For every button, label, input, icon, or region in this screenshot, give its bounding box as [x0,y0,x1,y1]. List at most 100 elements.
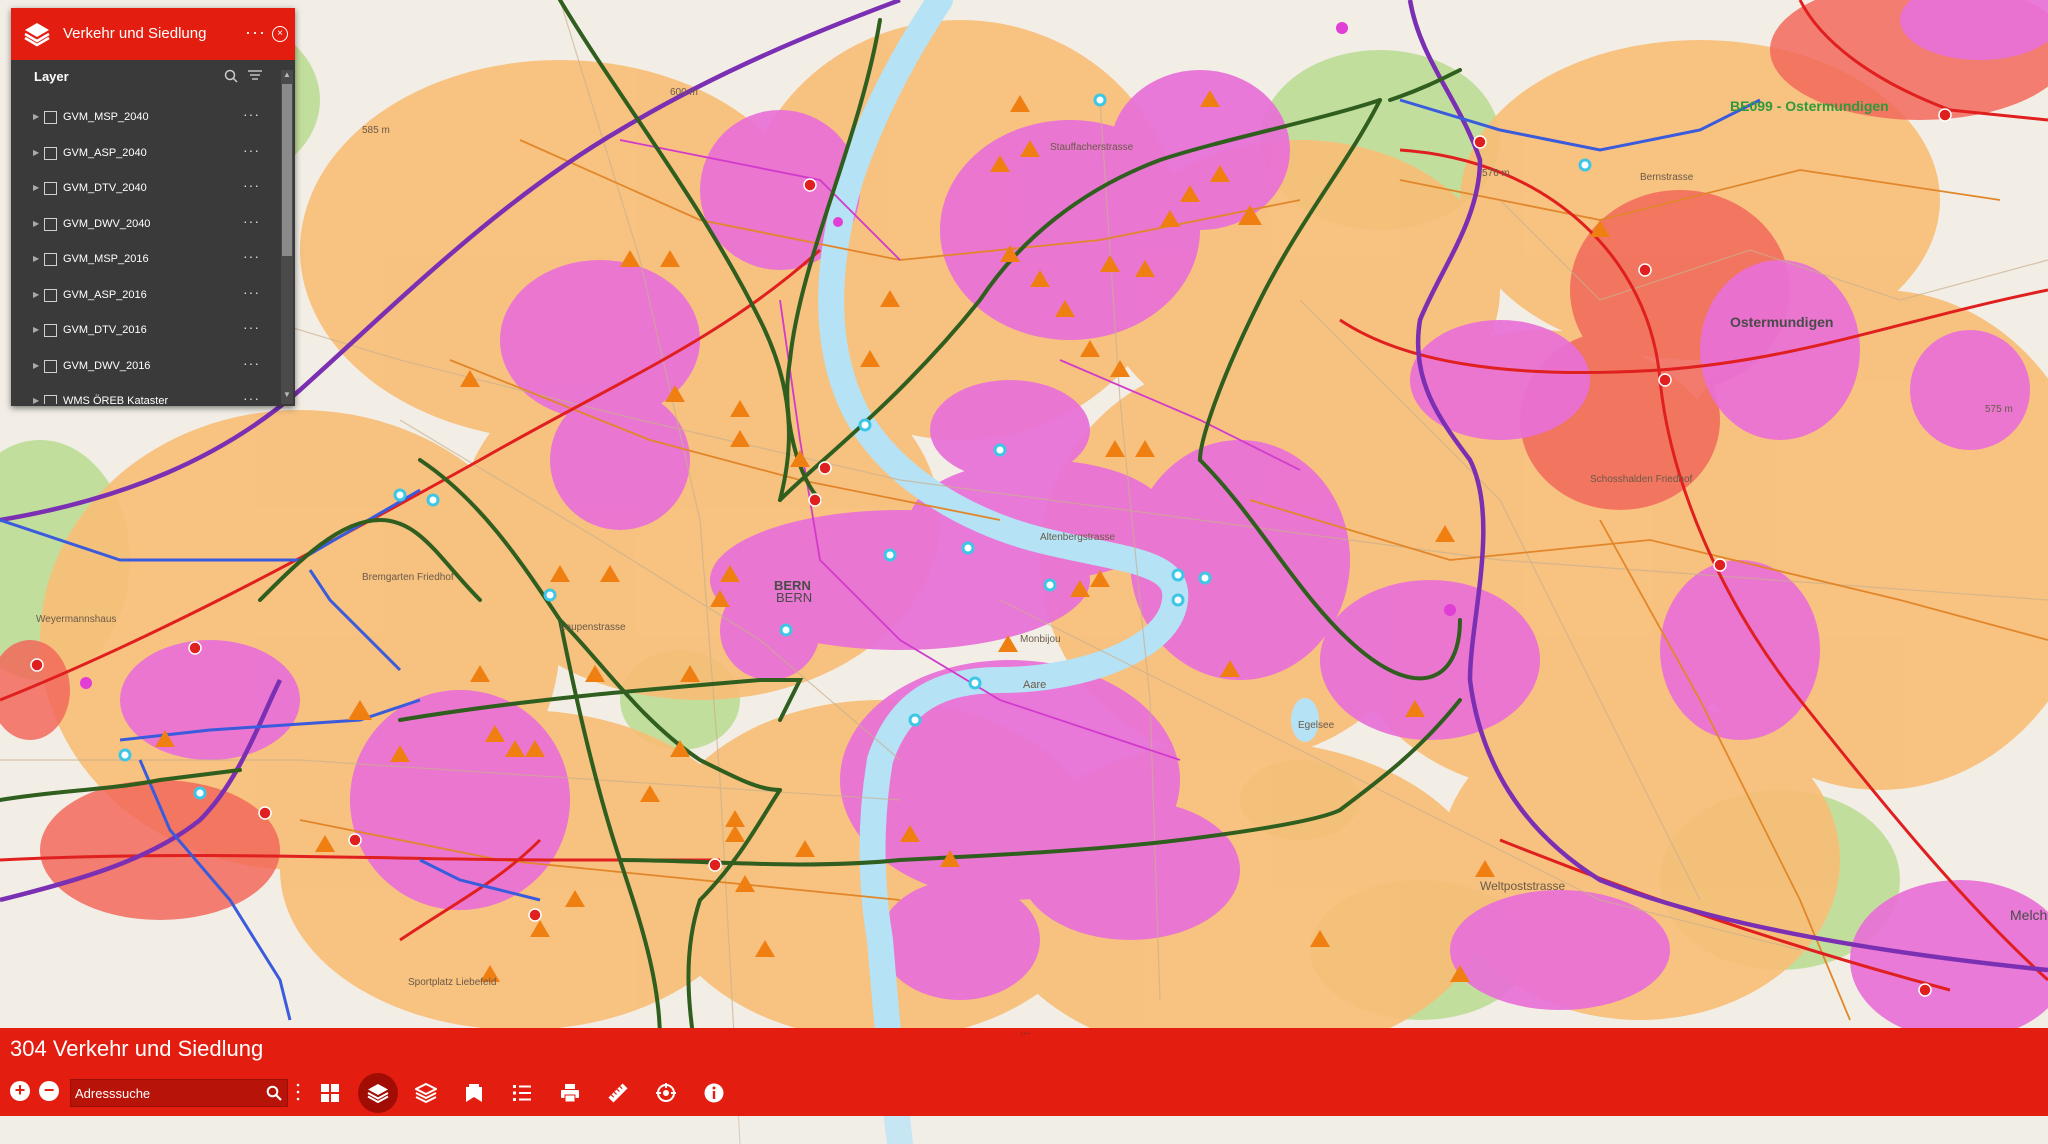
layer-item[interactable]: ▶ GVM_DWV_2016 ··· [11,349,273,385]
overview-button[interactable] [314,1077,346,1109]
expand-caret-icon[interactable]: ▶ [33,219,39,228]
scroll-down-icon[interactable]: ▼ [283,390,291,399]
layer-options-icon[interactable]: ··· [243,142,260,158]
layer-checkbox[interactable] [44,395,57,404]
print-icon [561,1084,579,1103]
label-melch: Melch [2010,907,2047,923]
label-bremgarten: Bremgarten Friedhof [362,572,454,583]
address-search-box [70,1079,288,1107]
label-600m: 600 m [670,87,698,98]
panel-subheader: Layer [11,60,295,92]
search-icon[interactable] [266,1085,282,1101]
more-options-icon[interactable]: ··· [245,22,266,43]
legend-button[interactable] [506,1077,538,1109]
label-weltpoststrasse: Weltpoststrasse [1480,879,1565,893]
scroll-thumb[interactable] [282,84,292,256]
resize-grip-icon[interactable]: ··· [1020,1028,1030,1039]
panel-title: Verkehr und Siedlung [63,25,207,42]
address-search-input[interactable] [75,1084,255,1102]
layer-options-icon[interactable]: ··· [243,319,260,335]
basemap-button[interactable] [410,1077,442,1109]
layer-options-icon[interactable]: ··· [243,106,260,122]
analysis-icon [656,1083,676,1102]
app-title: 304 Verkehr und Siedlung [10,1036,264,1061]
layer-item[interactable]: ▶ GVM_DTV_2016 ··· [11,313,273,349]
layer-label: GVM_ASP_2016 [63,288,147,301]
layer-item[interactable]: ▶ GVM_ASP_2016 ··· [11,278,273,314]
stack-icon [415,1082,437,1104]
expand-caret-icon[interactable]: ▶ [33,290,39,299]
measure-button[interactable] [602,1077,634,1109]
zoom-out-button[interactable]: − [39,1081,59,1101]
label-stauffacher: Stauffacherstrasse [1050,142,1134,153]
layer-panel: Verkehr und Siedlung ··· × Layer ▶ GVM_MS… [11,8,295,406]
label-monbijou: Monbijou [1020,634,1061,645]
label-altenberg: Altenbergstrasse [1040,532,1115,543]
filter-icon[interactable] [247,69,263,83]
layer-checkbox[interactable] [44,359,57,373]
print-button[interactable] [554,1077,586,1109]
label-laupenstrasse: Laupenstrasse [560,622,626,633]
layer-list: ▶ GVM_MSP_2040 ··· ▶ GVM_ASP_2040 ··· ▶ GVM_D… [11,100,273,404]
map-canvas[interactable]: Ostermundigen BE099 - Ostermundigen BERN… [0,0,2048,1144]
layer-checkbox[interactable] [44,253,57,266]
expand-caret-icon[interactable]: ▶ [33,112,39,121]
layer-label: WMS ÖREB Kataster [63,395,169,404]
expand-caret-icon[interactable]: ▶ [33,254,39,263]
label-schosshalde: Schosshalden Friedhof [1590,474,1693,485]
expand-caret-icon[interactable]: ▶ [33,396,39,404]
layer-options-icon[interactable]: ··· [243,390,260,404]
layer-item[interactable]: ▶ GVM_MSP_2040 ··· [11,100,273,136]
layer-options-icon[interactable]: ··· [243,213,260,229]
scroll-up-icon[interactable]: ▲ [283,70,291,79]
layer-checkbox[interactable] [44,217,57,231]
label-bernstrasse: Bernstrasse [1640,172,1694,183]
layers-icon [24,23,50,47]
layer-options-icon[interactable]: ··· [243,177,260,193]
layer-checkbox[interactable] [44,288,57,302]
expand-caret-icon[interactable]: ▶ [33,325,39,334]
info-button[interactable] [698,1077,730,1109]
close-icon[interactable]: × [272,26,288,42]
layer-checkbox[interactable] [44,111,57,124]
layer-checkbox[interactable] [44,146,57,160]
layer-label: GVM_ASP_2040 [63,146,147,159]
bookmark-button[interactable] [458,1077,490,1109]
layer-checkbox[interactable] [44,324,57,337]
label-aare: Aare [1023,679,1046,691]
layer-options-icon[interactable]: ··· [243,355,260,371]
bookmark-icon [466,1084,482,1102]
layers-icon [367,1084,389,1104]
analysis-button[interactable] [650,1077,682,1109]
layer-item[interactable]: ▶ GVM_DTV_2040 ··· [11,171,273,207]
expand-caret-icon[interactable]: ▶ [33,183,39,192]
info-icon [704,1083,724,1103]
ruler-icon [608,1083,628,1103]
layer-options-icon[interactable]: ··· [243,284,260,300]
label-bern-2: BERN [776,590,812,605]
layer-item[interactable]: ▶ GVM_DWV_2040 ··· [11,207,273,243]
list-icon [513,1085,531,1101]
label-weyermannshaus: Weyermannshaus [36,614,116,625]
search-icon[interactable] [224,69,238,83]
layer-item[interactable]: ▶ WMS ÖREB Kataster ··· [11,384,273,404]
label-575m: 575 m [1985,404,2013,415]
layer-label: GVM_MSP_2040 [63,111,149,123]
label-576m: 576 m [1482,168,1510,179]
bottom-toolbar: ··· 304 Verkehr und Siedlung + − [0,1028,2048,1116]
expand-caret-icon[interactable]: ▶ [33,361,39,370]
layers-button[interactable] [358,1073,398,1113]
layer-label: GVM_DWV_2016 [63,359,151,372]
layer-item[interactable]: ▶ GVM_MSP_2016 ··· [11,242,273,278]
layer-checkbox[interactable] [44,182,57,195]
label-be099: BE099 - Ostermundigen [1730,98,1889,114]
expand-caret-icon[interactable]: ▶ [33,148,39,157]
zoom-in-button[interactable]: + [10,1081,30,1101]
layer-options-icon[interactable]: ··· [243,248,260,264]
panel-scrollbar[interactable]: ▲ ▼ [281,70,293,404]
layer-item[interactable]: ▶ GVM_ASP_2040 ··· [11,136,273,172]
grid-icon [321,1084,339,1102]
layer-label: GVM_DWV_2040 [63,217,151,230]
label-egelsee: Egelsee [1298,720,1335,731]
label-585m: 585 m [362,125,390,136]
